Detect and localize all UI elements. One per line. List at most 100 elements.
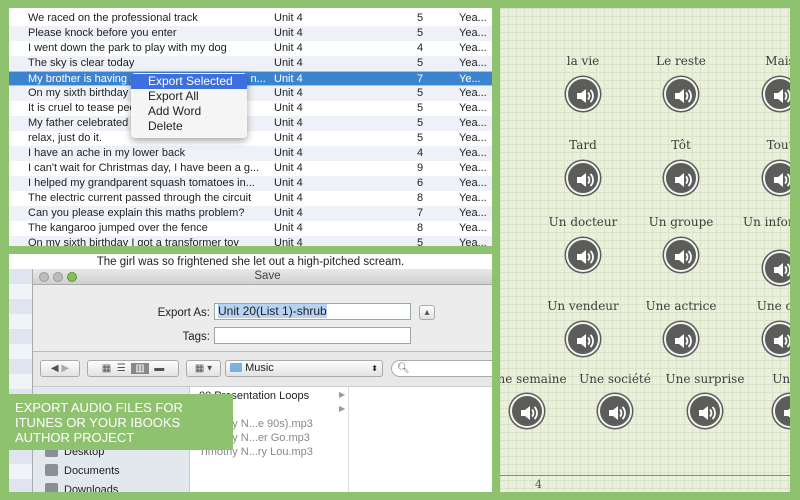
table-row[interactable]: relax, just do it. Unit 4 5 Yea... — [9, 131, 492, 146]
export-as-input[interactable]: Unit 20(List 1)-shrub — [214, 303, 411, 320]
list-view-icon: ☰ — [116, 363, 126, 374]
sidebar-item-downloads[interactable]: Downloads — [45, 483, 118, 492]
sidebar-item-documents[interactable]: Documents — [45, 464, 120, 477]
speaker-icon[interactable] — [763, 77, 790, 111]
unit-cell: Unit 4 — [274, 12, 303, 24]
column-view-icon: ▥ — [131, 363, 149, 374]
speaker-icon[interactable] — [763, 161, 790, 195]
menu-item-export-all[interactable]: Export All — [131, 89, 247, 104]
speaker-icon[interactable] — [566, 161, 600, 195]
count-cell: 5 — [417, 87, 424, 99]
table-row[interactable]: The electric current passed through the … — [9, 191, 492, 206]
count-cell: 5 — [417, 27, 424, 39]
year-cell: Yea... — [459, 207, 487, 219]
table-row[interactable]: The sky is clear today Unit 4 5 Yea... — [9, 56, 492, 71]
word-label: Tôt — [671, 138, 691, 152]
year-cell: Yea... — [459, 12, 487, 24]
collapse-button[interactable]: ▴ — [419, 305, 435, 320]
back-forward-buttons[interactable]: ◀ ▶ — [40, 360, 80, 377]
count-cell: 9 — [417, 162, 424, 174]
sentence-cell: The electric current passed through the … — [28, 192, 252, 204]
sentence-cell: On my sixth birthday I got a transformer… — [28, 237, 239, 246]
search-icon: 🔍︎ — [397, 363, 410, 374]
unit-cell: Unit 4 — [274, 57, 303, 69]
background-list — [9, 269, 34, 492]
speaker-icon[interactable] — [763, 322, 790, 356]
count-cell: 5 — [417, 132, 424, 144]
save-panel: The girl was so frightened she let out a… — [9, 254, 492, 492]
downloads-icon — [45, 483, 58, 492]
table-row[interactable]: We raced on the professional track Unit 4… — [9, 11, 492, 26]
speaker-icon[interactable] — [664, 161, 698, 195]
speaker-icon[interactable] — [773, 394, 790, 428]
table-row[interactable]: On my sixth birthday I got a transformer… — [9, 86, 492, 101]
word-label: la vie — [566, 54, 600, 68]
count-cell: 5 — [417, 12, 424, 24]
unit-cell: Unit 4 — [274, 237, 303, 246]
disclosure-icon: ▶ — [339, 390, 346, 399]
year-cell: Ye... — [459, 73, 481, 85]
unit-cell: Unit 4 — [274, 222, 303, 234]
stepper-icon: ⬍ — [371, 364, 378, 373]
search-input[interactable]: 🔍︎ — [391, 360, 492, 377]
speaker-icon[interactable] — [688, 394, 722, 428]
speaker-icon[interactable] — [664, 238, 698, 272]
menu-item-delete[interactable]: Delete — [131, 119, 247, 134]
speaker-icon[interactable] — [566, 238, 600, 272]
sentence-cell: I helped my grandparent squash tomatoes … — [28, 177, 255, 189]
sentence-cell: I can't wait for Christmas day, I have b… — [28, 162, 260, 174]
table-row[interactable]: My father celebrated his birthday Unit 45… — [9, 116, 492, 131]
sentence-cell: Please knock before you enter — [28, 27, 177, 39]
folder-icon — [230, 363, 242, 372]
speaker-icon[interactable] — [664, 322, 698, 356]
year-cell: Yea... — [459, 237, 487, 246]
unit-cell: Unit 4 — [274, 147, 303, 159]
browser-toolbar: ◀ ▶ ▦ ☰ ▥ ▬ ▦ ▾ Music ⬍ 🔍︎ — [33, 351, 492, 386]
table-row[interactable]: I can't wait for Christmas day, I have b… — [9, 161, 492, 176]
speaker-icon[interactable] — [664, 77, 698, 111]
table-row[interactable]: My brother is having a tantrum because h… — [9, 71, 492, 86]
speaker-icon[interactable] — [510, 394, 544, 428]
table-row[interactable]: Please knock before you enter Unit 4 5 Yea.… — [9, 26, 492, 41]
table-row[interactable]: I have an ache in my lower back Unit 4 4 Ye… — [9, 146, 492, 161]
word-label: Un docteur — [548, 215, 618, 229]
count-cell: 5 — [417, 57, 424, 69]
word-label: Une semaine — [500, 372, 567, 386]
export-as-value: Unit 20(List 1)-shrub — [218, 304, 327, 318]
menu-item-add-word[interactable]: Add Word — [131, 104, 247, 119]
tags-input[interactable] — [214, 327, 411, 344]
unit-cell: Unit 4 — [274, 207, 303, 219]
unit-cell: Unit 4 — [274, 162, 303, 174]
menu-item-export-selected[interactable]: Export Selected — [131, 74, 247, 89]
count-cell: 5 — [417, 102, 424, 114]
word-list-table[interactable]: We raced on the professional track Unit 4… — [9, 8, 492, 246]
speaker-icon[interactable] — [763, 251, 790, 285]
word-label: Une v — [772, 372, 790, 386]
speaker-icon[interactable] — [566, 77, 600, 111]
disclosure-icon: ▶ — [339, 404, 346, 413]
export-as-label: Export As: — [157, 307, 210, 319]
table-row[interactable]: It is cruel to tease people Unit 4 5 Yea... — [9, 101, 492, 116]
arrange-button[interactable]: ▦ ▾ — [186, 360, 221, 377]
table-row[interactable]: I helped my grandparent squash tomatoes … — [9, 176, 492, 191]
speaker-icon[interactable] — [598, 394, 632, 428]
word-label: Tard — [569, 138, 597, 152]
count-cell: 7 — [417, 207, 424, 219]
table-row[interactable]: On my sixth birthday I got a transformer… — [9, 236, 492, 246]
icon-view-icon: ▦ — [101, 363, 112, 374]
count-cell: 4 — [417, 42, 424, 54]
overlay-caption: EXPORT AUDIO FILES FOR ITUNES OR YOUR IB… — [8, 394, 233, 450]
year-cell: Yea... — [459, 222, 487, 234]
grid-icon: ▦ ▾ — [194, 363, 213, 374]
table-row[interactable]: Can you please explain this maths proble… — [9, 206, 492, 221]
word-label: Un vendeur — [547, 299, 619, 313]
dialog-title: Save — [254, 270, 281, 282]
speaker-icon[interactable] — [566, 322, 600, 356]
sentence-cell: I went down the park to play with my dog — [28, 42, 227, 54]
view-mode-buttons[interactable]: ▦ ☰ ▥ ▬ — [87, 360, 179, 377]
table-row[interactable]: The kangaroo jumped over the fence Unit 4… — [9, 221, 492, 236]
unit-cell: Unit 4 — [274, 102, 303, 114]
location-select[interactable]: Music ⬍ — [225, 360, 383, 377]
year-cell: Yea... — [459, 177, 487, 189]
table-row[interactable]: I went down the park to play with my dog… — [9, 41, 492, 56]
